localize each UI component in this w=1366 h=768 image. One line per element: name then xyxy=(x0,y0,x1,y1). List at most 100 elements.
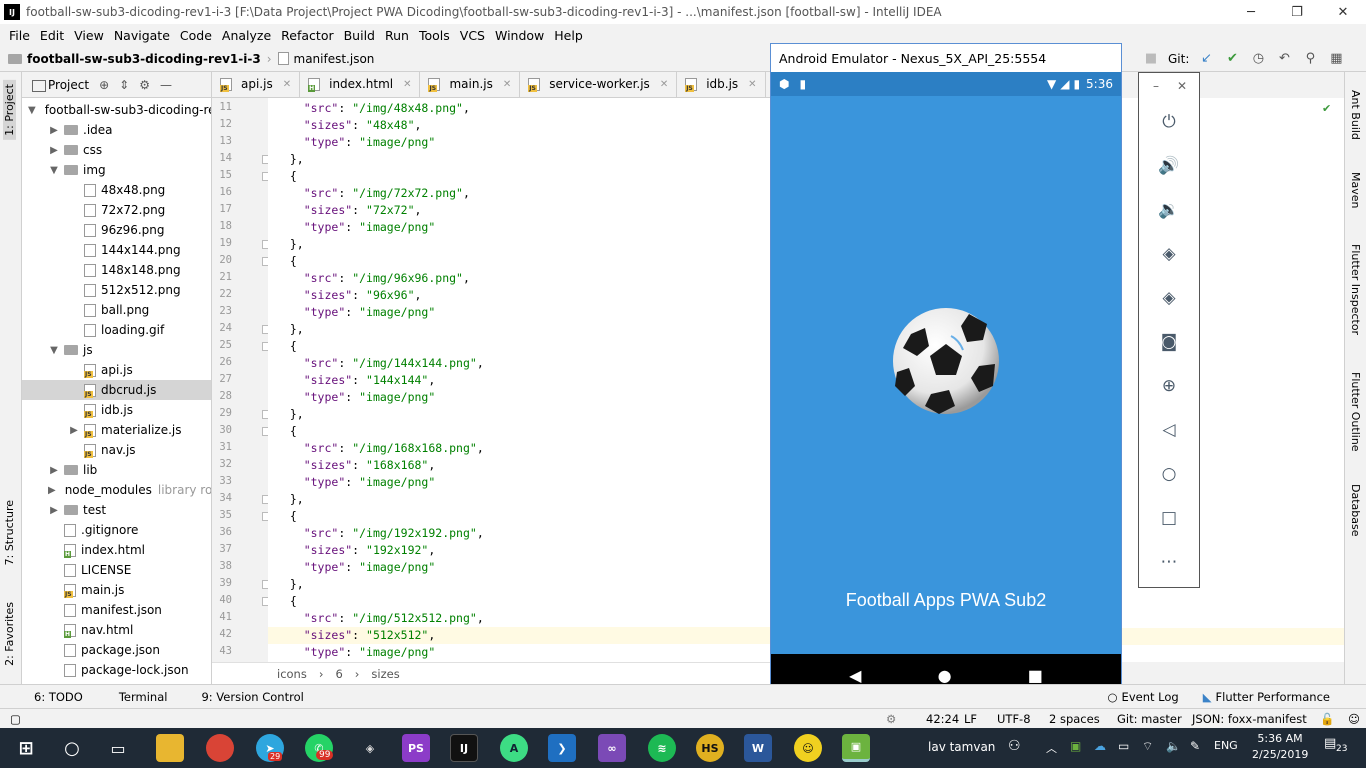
tool-tab-structure[interactable]: 7: Structure xyxy=(3,500,16,565)
tool-tab-ant[interactable]: Ant Build xyxy=(1349,90,1362,140)
unity-icon[interactable]: ◈ xyxy=(356,734,384,762)
menu-build[interactable]: Build xyxy=(339,28,380,43)
battery-icon[interactable]: ▭ xyxy=(1118,739,1129,753)
tree-item[interactable]: nav.html xyxy=(22,620,211,640)
home-icon[interactable]: ● xyxy=(938,666,952,685)
phpstorm-icon[interactable]: PS xyxy=(402,734,430,762)
back-icon[interactable]: ◁ xyxy=(1156,417,1182,443)
taskbar-user[interactable]: lav tamvan xyxy=(928,740,995,754)
volume-icon[interactable]: 🔈 xyxy=(1166,739,1181,753)
tree-item[interactable]: 148x148.png xyxy=(22,260,211,280)
gear-icon[interactable]: ⚙ xyxy=(139,78,150,92)
stop-icon[interactable]: ■ xyxy=(1142,50,1160,68)
taskbar-clock[interactable]: 5:36 AM xyxy=(1252,732,1308,745)
power-icon[interactable]: ⏻ xyxy=(1156,109,1182,135)
vcs-update-icon[interactable]: ↙ xyxy=(1197,50,1215,68)
volume-up-icon[interactable]: 🔊 xyxy=(1156,153,1182,179)
tree-item[interactable]: ▶ lib xyxy=(22,460,211,480)
chevron-right-icon[interactable]: ▶ xyxy=(68,425,80,436)
tree-item[interactable]: ▶ css xyxy=(22,140,211,160)
tree-item[interactable]: .gitignore xyxy=(22,520,211,540)
tree-item[interactable]: 144x144.png xyxy=(22,240,211,260)
close-button[interactable]: ✕ xyxy=(1320,0,1366,24)
vcs-commit-icon[interactable]: ✔ xyxy=(1223,50,1241,68)
rotate-right-icon[interactable]: ◈ xyxy=(1156,285,1182,311)
tree-item[interactable]: ▼ football-sw-sub3-dicoding-rev1-i-3 xyxy=(22,100,211,120)
tree-item[interactable]: package.json xyxy=(22,640,211,660)
tree-item[interactable]: main.js xyxy=(22,580,211,600)
tree-item[interactable]: index.html xyxy=(22,540,211,560)
intellij-icon[interactable]: IJ xyxy=(450,734,478,762)
history-icon[interactable]: ◷ xyxy=(1249,50,1267,68)
tool-tab-vcs[interactable]: 9: Version Control xyxy=(201,690,303,704)
menu-code[interactable]: Code xyxy=(175,28,217,43)
tree-item[interactable]: 48x48.png xyxy=(22,180,211,200)
nav-file[interactable]: manifest.json xyxy=(294,52,375,66)
tool-tab-event-log[interactable]: Event Log xyxy=(1122,690,1179,704)
menu-file[interactable]: File xyxy=(4,28,35,43)
pen-icon[interactable]: ✎ xyxy=(1190,739,1200,753)
editor-tab[interactable]: api.js ✕ xyxy=(212,71,301,97)
people-icon[interactable]: ⚇ xyxy=(1008,738,1021,754)
nav-project[interactable]: football-sw-sub3-dicoding-rev1-i-3 xyxy=(27,52,261,66)
taskbar-date[interactable]: 2/25/2019 xyxy=(1252,748,1308,761)
back-icon[interactable]: ◀ xyxy=(849,666,861,685)
person-icon[interactable]: ☺ xyxy=(1348,712,1360,726)
menu-refactor[interactable]: Refactor xyxy=(276,28,338,43)
tool-tab-database[interactable]: Database xyxy=(1349,484,1362,537)
menu-tools[interactable]: Tools xyxy=(414,28,455,43)
spotify-icon[interactable]: ≋ xyxy=(648,734,676,762)
editor-tab[interactable]: main.js ✕ xyxy=(420,71,521,97)
tree-item[interactable]: 72x72.png xyxy=(22,200,211,220)
tree-item[interactable]: ▶ node_modules library ro xyxy=(22,480,211,500)
menu-view[interactable]: View xyxy=(69,28,109,43)
cog-icon[interactable]: ⚙ xyxy=(886,712,896,726)
tree-item[interactable]: ▶ materialize.js xyxy=(22,420,211,440)
tree-item[interactable]: ▼ js xyxy=(22,340,211,360)
close-tab-icon[interactable]: ✕ xyxy=(748,79,756,90)
tool-tab-favorites[interactable]: 2: Favorites xyxy=(3,602,16,666)
code-editor[interactable]: "src": "/img/48x48.png", "sizes": "48x48… xyxy=(268,98,770,662)
close-tab-icon[interactable]: ✕ xyxy=(503,79,511,90)
tool-tab-flutter-outline[interactable]: Flutter Outline xyxy=(1349,372,1362,452)
onedrive-icon[interactable]: ☁ xyxy=(1094,739,1106,753)
tree-item[interactable]: loading.gif xyxy=(22,320,211,340)
tree-item[interactable]: nav.js xyxy=(22,440,211,460)
search-icon[interactable]: ⚲ xyxy=(1301,50,1319,68)
tree-item[interactable]: dbcrud.js xyxy=(22,380,211,400)
tool-tab-terminal[interactable]: Terminal xyxy=(119,690,168,704)
volume-down-icon[interactable]: 🔉 xyxy=(1156,197,1182,223)
breadcrumb-item[interactable]: sizes xyxy=(371,667,399,681)
menu-window[interactable]: Window xyxy=(490,28,549,43)
panel-close-icon[interactable]: ✕ xyxy=(1177,79,1187,93)
tray-app-icon[interactable]: ▣ xyxy=(1070,739,1081,753)
tree-item[interactable]: manifest.json xyxy=(22,600,211,620)
menu-navigate[interactable]: Navigate xyxy=(109,28,175,43)
chevron-right-icon[interactable]: ▶ xyxy=(48,505,60,516)
chevron-right-icon[interactable]: ▶ xyxy=(48,125,60,136)
file-explorer-icon[interactable] xyxy=(156,734,184,762)
tree-item[interactable]: ▶ .idea xyxy=(22,120,211,140)
maximize-button[interactable]: ❐ xyxy=(1274,0,1320,24)
chevron-down-icon[interactable]: ▼ xyxy=(48,345,60,356)
target-icon[interactable]: ⊕ xyxy=(99,78,109,92)
keyboard-icon[interactable]: ENG xyxy=(1214,739,1238,752)
windows-start-icon[interactable]: ⊞ xyxy=(12,734,40,762)
more-icon[interactable]: ⋯ xyxy=(1156,549,1182,575)
app-window-icon[interactable]: ▣ xyxy=(842,734,870,762)
overview-icon[interactable]: □ xyxy=(1156,505,1182,531)
breadcrumb-item[interactable]: 6 xyxy=(335,667,342,681)
file-encoding[interactable]: UTF-8 xyxy=(997,712,1031,726)
line-separator[interactable]: LF xyxy=(964,712,977,726)
collapse-icon[interactable]: ⇕ xyxy=(119,78,129,92)
tool-tab-flutter-inspector[interactable]: Flutter Inspector xyxy=(1349,244,1362,335)
word-icon[interactable]: W xyxy=(744,734,772,762)
menu-edit[interactable]: Edit xyxy=(35,28,69,43)
hotspot-icon[interactable]: HS xyxy=(696,734,724,762)
chevron-down-icon[interactable]: ▼ xyxy=(28,105,36,116)
home-icon[interactable]: ○ xyxy=(1156,461,1182,487)
emulator-title[interactable]: Android Emulator - Nexus_5X_API_25:5554 xyxy=(771,44,1121,72)
menu-vcs[interactable]: VCS xyxy=(455,28,490,43)
task-view-icon[interactable]: ▭ xyxy=(104,734,132,762)
visual-studio-icon[interactable]: ∞ xyxy=(598,734,626,762)
